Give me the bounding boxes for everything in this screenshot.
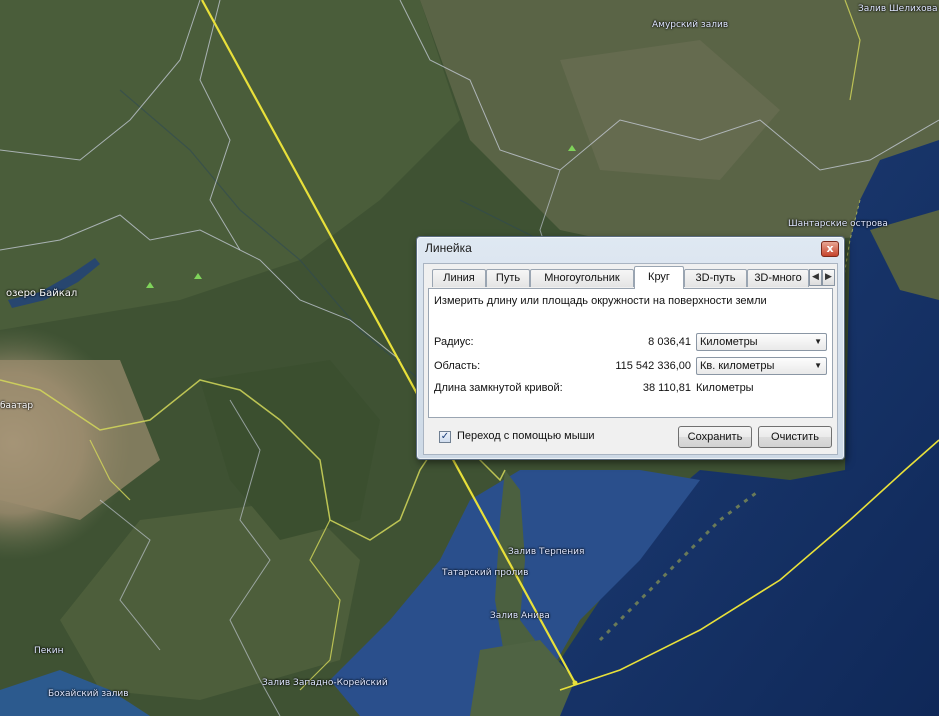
map-label-terpeniya: Залив Терпения xyxy=(508,547,585,557)
circumference-unit: Километры xyxy=(696,382,754,394)
chevron-down-icon: ▼ xyxy=(814,361,822,370)
dialog-body: Линия Путь Многоугольник Круг 3D-путь 3D… xyxy=(423,263,838,455)
map-label-zaliv-right: Залив Шелихова xyxy=(858,4,938,14)
mouse-nav-label[interactable]: Переход с помощью мыши xyxy=(457,430,595,442)
tab-polygon[interactable]: Многоугольник xyxy=(530,269,634,287)
arrow-left-icon[interactable]: ◀ xyxy=(809,269,822,286)
map-label-aniva: Залив Анива xyxy=(490,611,550,621)
dialog-titlebar[interactable]: Линейка x xyxy=(417,237,844,259)
radius-unit-select[interactable]: Километры ▼ xyxy=(696,333,827,351)
tab-3d-polygon[interactable]: 3D-много xyxy=(747,269,809,287)
radius-unit-value: Километры xyxy=(700,336,758,348)
map-label-tartar: Татарский пролив xyxy=(442,568,529,578)
checkmark-icon: ✓ xyxy=(440,431,450,442)
save-button[interactable]: Сохранить xyxy=(678,426,752,448)
map-label-baatar: баатар xyxy=(0,401,34,411)
map-label-peking: Пекин xyxy=(34,646,64,656)
area-unit-select[interactable]: Кв. километры ▼ xyxy=(696,357,827,375)
chevron-down-icon: ▼ xyxy=(814,337,822,346)
arrow-right-icon[interactable]: ▶ xyxy=(822,269,835,286)
tab-circle[interactable]: Круг xyxy=(634,266,684,289)
area-label: Область: xyxy=(434,360,481,372)
tab-3d-path[interactable]: 3D-путь xyxy=(684,269,747,287)
map-label-shantar: Шантарские острова xyxy=(788,219,888,229)
tab-line[interactable]: Линия xyxy=(432,269,486,287)
circumference-label: Длина замкнутой кривой: xyxy=(434,382,563,394)
tab-path[interactable]: Путь xyxy=(486,269,530,287)
tab-bar: Линия Путь Многоугольник Круг 3D-путь 3D… xyxy=(428,266,835,289)
dialog-footer: ✓ Переход с помощью мыши Сохранить Очист… xyxy=(424,420,839,454)
mouse-nav-checkbox[interactable]: ✓ xyxy=(439,431,451,443)
map-label-baikal: озеро Байкал xyxy=(6,288,78,299)
map-label-korea-bay: Залив Западно-Корейский xyxy=(262,678,388,688)
area-unit-value: Кв. километры xyxy=(700,360,775,372)
circle-panel: Измерить длину или площадь окружности на… xyxy=(428,288,833,418)
ruler-dialog: Линейка x Линия Путь Многоугольник Круг … xyxy=(416,236,845,460)
description: Измерить длину или площадь окружности на… xyxy=(434,295,767,307)
map-label-bohai: Бохайский залив xyxy=(48,689,129,699)
area-value: 115 542 336,00 xyxy=(615,360,691,372)
close-icon[interactable]: x xyxy=(821,241,839,257)
radius-label: Радиус: xyxy=(434,336,474,348)
clear-button[interactable]: Очистить xyxy=(758,426,832,448)
radius-value: 8 036,41 xyxy=(648,336,691,348)
circumference-value: 38 110,81 xyxy=(642,382,691,394)
map-label-zaliv-top: Амурский залив xyxy=(652,20,729,30)
dialog-title: Линейка xyxy=(425,241,472,255)
